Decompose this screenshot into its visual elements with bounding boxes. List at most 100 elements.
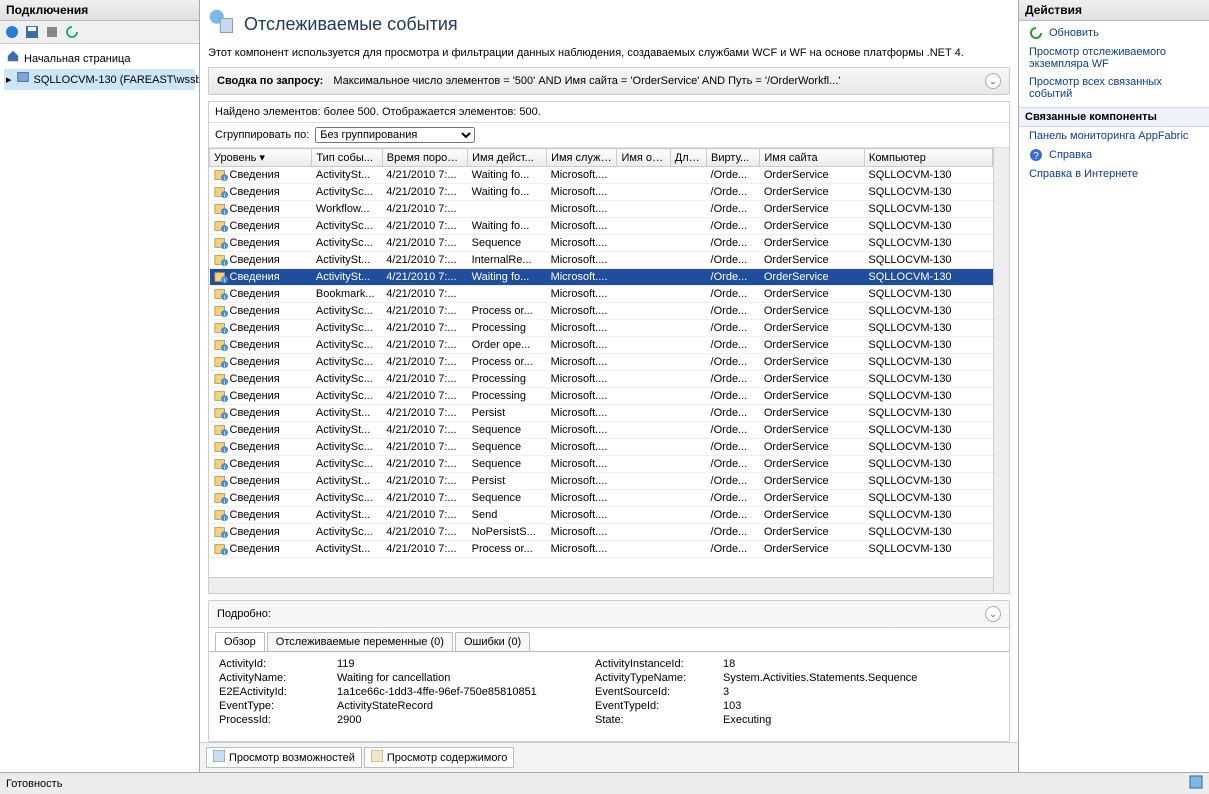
column-header[interactable]: Уровень ▾ [210,149,312,167]
table-row[interactable]: iСведенияActivitySt...4/21/2010 7:...Seq… [210,422,993,439]
action-view-all-related[interactable]: Просмотр всех связанных событий [1019,73,1209,103]
delete-icon[interactable] [44,24,60,40]
table-row[interactable]: iСведенияActivitySc...4/21/2010 7:...Seq… [210,456,993,473]
detail-value: System.Activities.Statements.Sequence [723,672,973,684]
actions-pane-title: Действия [1019,0,1209,21]
features-icon [213,750,225,765]
bottom-tab-features[interactable]: Просмотр возможностей [206,747,362,768]
events-grid[interactable]: Уровень ▾Тип собы...Время порож...Имя де… [209,148,993,577]
info-icon: i [214,270,228,284]
detail-value: ActivityStateRecord [337,700,587,712]
column-header[interactable]: Имя дейст... [468,149,547,167]
column-header[interactable]: Имя сайта [760,149,865,167]
summary-label: Сводка по запросу: [217,75,323,87]
info-icon: i [214,338,228,352]
svg-text:i: i [223,226,224,233]
bottom-tab-content[interactable]: Просмотр содержимого [364,747,515,768]
info-icon: i [214,372,228,386]
table-row[interactable]: iСведенияActivitySc...4/21/2010 7:...Pro… [210,303,993,320]
table-row[interactable]: iСведенияActivitySc...4/21/2010 7:...Seq… [210,439,993,456]
table-row[interactable]: iСведенияActivitySc...4/21/2010 7:...Pro… [210,388,993,405]
action-appfabric-dashboard[interactable]: Панель мониторинга AppFabric [1019,127,1209,145]
table-row[interactable]: iСведенияActivitySt...4/21/2010 7:...Per… [210,473,993,490]
tab-tracked-vars[interactable]: Отслеживаемые переменные (0) [267,632,453,651]
vertical-scrollbar[interactable] [993,148,1009,593]
table-row[interactable]: iСведенияBookmark...4/21/2010 7:...Micro… [210,286,993,303]
table-row[interactable]: iСведенияActivitySt...4/21/2010 7:...Int… [210,252,993,269]
table-row[interactable]: iСведенияActivitySc...4/21/2010 7:...Wai… [210,218,993,235]
horizontal-scrollbar[interactable] [209,577,993,593]
table-row[interactable]: iСведенияActivitySc...4/21/2010 7:...Pro… [210,320,993,337]
page-icon [208,8,236,41]
detail-key: EventTypeId: [595,700,715,712]
status-config-icon[interactable] [1189,775,1203,792]
table-row[interactable]: iСведенияActivitySt...4/21/2010 7:...Per… [210,405,993,422]
table-row[interactable]: iСведенияActivitySc...4/21/2010 7:...Ord… [210,337,993,354]
tree-start-page[interactable]: Начальная страница [4,48,195,69]
expand-icon[interactable]: ▸ [6,72,12,88]
svg-text:i: i [223,481,224,488]
column-header[interactable]: Время порож... [382,149,467,167]
info-icon: i [214,525,228,539]
tab-errors[interactable]: Ошибки (0) [455,632,530,651]
action-view-wf-instance[interactable]: Просмотр отслеживаемого экземпляра WF [1019,43,1209,73]
home-icon [6,49,20,68]
column-header[interactable]: Тип собы... [312,149,382,167]
action-help-online-label: Справка в Интернете [1029,168,1138,180]
info-icon: i [214,236,228,250]
detail-key: ProcessId: [219,714,329,726]
info-icon: i [214,406,228,420]
detail-key: ActivityInstanceId: [595,658,715,670]
refresh-icon[interactable] [64,24,80,40]
table-row[interactable]: iСведенияActivitySc...4/21/2010 7:...Wai… [210,184,993,201]
table-row[interactable]: iСведенияActivitySc...4/21/2010 7:...NoP… [210,524,993,541]
table-row[interactable]: iСведенияActivitySc...4/21/2010 7:...Pro… [210,371,993,388]
info-icon: i [214,508,228,522]
table-row[interactable]: iСведенияActivitySt...4/21/2010 7:...Wai… [210,269,993,286]
related-components-title: Связанные компоненты [1019,107,1209,127]
column-header[interactable]: Имя оп... [617,149,670,167]
info-icon: i [214,491,228,505]
column-header[interactable]: Имя службы [547,149,617,167]
action-help-online[interactable]: Справка в Интернете [1019,165,1209,183]
table-row[interactable]: iСведенияActivitySt...4/21/2010 7:...Pro… [210,541,993,558]
info-icon: i [214,389,228,403]
column-header[interactable]: Дли... [670,149,706,167]
action-help[interactable]: ? Справка [1019,145,1209,165]
table-row[interactable]: iСведенияActivitySc...4/21/2010 7:...Pro… [210,354,993,371]
info-icon: i [214,202,228,216]
save-icon[interactable] [24,24,40,40]
detail-value: Executing [723,714,973,726]
svg-text:i: i [223,549,224,556]
detail-value: 103 [723,700,973,712]
table-row[interactable]: iСведенияActivitySc...4/21/2010 7:...Seq… [210,235,993,252]
table-row[interactable]: iСведенияWorkflow...4/21/2010 7:...Micro… [210,201,993,218]
connections-tree[interactable]: Начальная страница ▸ SQLLOCVM-130 (FAREA… [0,44,199,772]
detail-value: 2900 [337,714,587,726]
details-collapse-button[interactable]: ⌄ [985,606,1001,622]
svg-text:i: i [223,294,224,301]
svg-text:i: i [223,447,224,454]
svg-text:i: i [223,413,224,420]
svg-text:i: i [223,362,224,369]
svg-text:i: i [223,277,224,284]
svg-text:i: i [223,175,224,182]
summary-expand-button[interactable]: ⌄ [985,73,1001,89]
svg-text:i: i [223,464,224,471]
detail-key: EventSourceId: [595,686,715,698]
help-icon: ? [1029,148,1043,162]
column-header[interactable]: Вирту... [707,149,760,167]
content-icon [371,750,383,765]
table-row[interactable]: iСведенияActivitySt...4/21/2010 7:...Wai… [210,167,993,184]
tree-server-node[interactable]: ▸ SQLLOCVM-130 (FAREAST\wssb [4,69,195,90]
detail-key: E2EActivityId: [219,686,329,698]
connect-icon[interactable] [4,24,20,40]
details-body[interactable]: ActivityId:119ActivityInstanceId:18Activ… [209,651,1009,741]
column-header[interactable]: Компьютер [864,149,992,167]
table-row[interactable]: iСведенияActivitySc...4/21/2010 7:...Seq… [210,490,993,507]
bottom-tab-content-label: Просмотр содержимого [387,752,508,764]
table-row[interactable]: iСведенияActivitySt...4/21/2010 7:...Sen… [210,507,993,524]
groupby-select[interactable]: Без группирования [315,127,475,143]
tab-overview[interactable]: Обзор [215,632,265,651]
action-refresh[interactable]: Обновить [1019,23,1209,43]
